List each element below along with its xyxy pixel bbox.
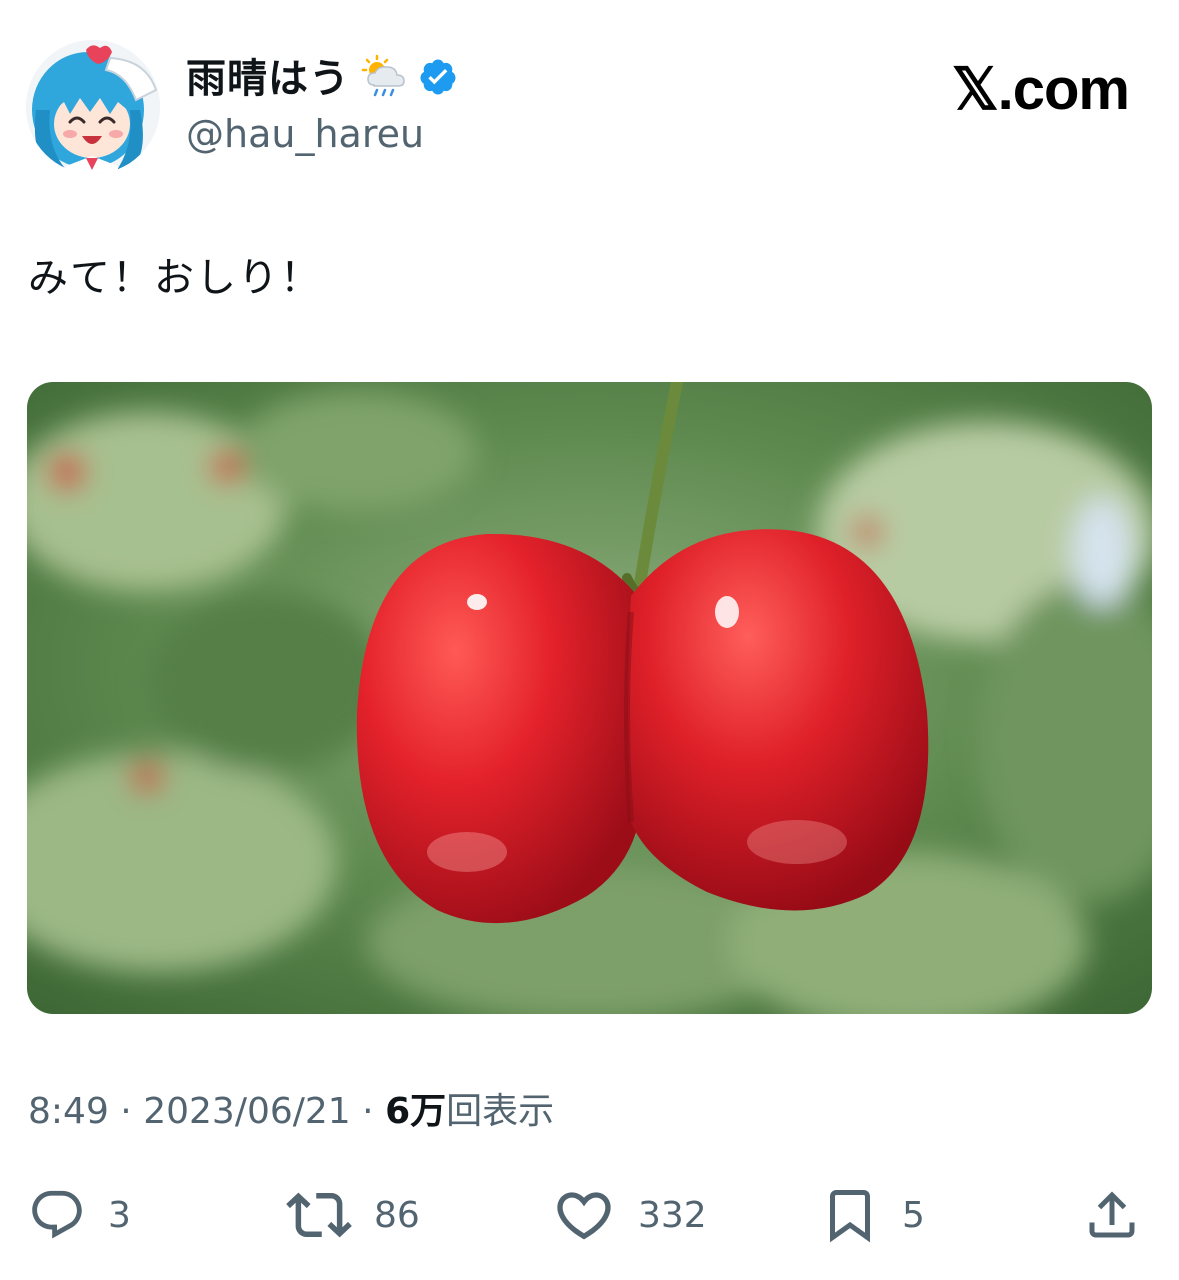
retweet-icon <box>286 1182 352 1248</box>
views-count: 6万 <box>385 1091 447 1132</box>
reply-button[interactable]: 3 <box>28 1183 131 1247</box>
bookmark-count: 5 <box>902 1194 925 1236</box>
tweet-meta: 8:49 · 2023/06/21 · 6万回表示 <box>28 1088 554 1136</box>
reply-icon <box>28 1186 86 1244</box>
tweet-actions: 3 86 332 5 <box>0 1183 1179 1247</box>
meta-separator: · <box>362 1091 374 1132</box>
tweet-image[interactable] <box>27 382 1152 1014</box>
share-button[interactable] <box>1082 1183 1142 1247</box>
retweet-button[interactable]: 86 <box>286 1183 420 1247</box>
share-icon <box>1082 1185 1142 1245</box>
tweet-date[interactable]: 2023/06/21 <box>143 1091 351 1132</box>
tweet-text: みて！おしり！ <box>28 255 322 301</box>
meta-separator: · <box>120 1091 132 1132</box>
heart-icon <box>552 1183 616 1247</box>
views-label: 回表示 <box>446 1091 555 1132</box>
author-display-name[interactable]: 雨晴はう <box>186 52 350 106</box>
reply-count: 3 <box>108 1194 131 1236</box>
tweet-time[interactable]: 8:49 <box>28 1091 109 1132</box>
like-count: 332 <box>638 1194 707 1236</box>
like-button[interactable]: 332 <box>552 1183 707 1247</box>
sun-behind-rain-cloud-icon <box>360 53 408 105</box>
verified-badge-icon <box>418 57 458 101</box>
author-handle[interactable]: @hau_hareu <box>186 108 424 160</box>
retweet-count: 86 <box>374 1194 420 1236</box>
avatar[interactable] <box>26 40 160 174</box>
bookmark-icon <box>820 1185 880 1245</box>
author-name-row[interactable]: 雨晴はう <box>186 52 458 106</box>
bookmark-button[interactable]: 5 <box>820 1183 925 1247</box>
x-com-brand[interactable]: 𝕏.com <box>952 58 1130 122</box>
